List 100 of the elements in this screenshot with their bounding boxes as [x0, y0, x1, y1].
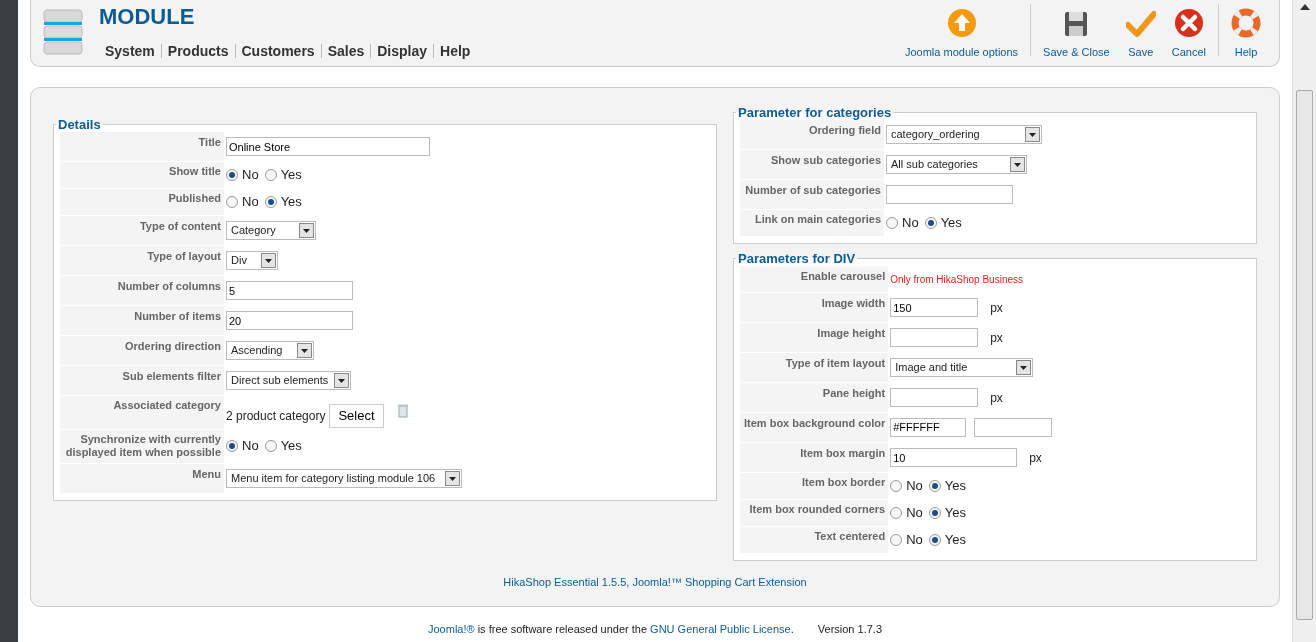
dropdown-field[interactable]: Ascending — [226, 341, 314, 360]
caret-icon — [1016, 360, 1032, 375]
credit-text: HikaShop Essential 1.5.5, Joomla!™ Shopping Cart Extension — [502, 574, 808, 590]
dropdown-field[interactable]: Menu item for category listing module 106 — [226, 468, 462, 488]
text-field[interactable]: 150 — [890, 298, 979, 317]
section-legend: Details — [56, 118, 103, 131]
text-field[interactable]: Online Store — [226, 137, 430, 156]
footer-link[interactable]: GNU General Public License — [650, 623, 791, 635]
radio-label[interactable]: Yes — [944, 478, 967, 494]
caret-icon — [1025, 127, 1040, 142]
field-label: Title — [60, 132, 224, 161]
section-legend: Parameter for categories — [736, 106, 894, 119]
toolbar-button[interactable]: Save & Close — [1035, 9, 1118, 60]
caret-icon — [261, 253, 276, 268]
field-label: Number of items — [60, 306, 224, 335]
text-field[interactable] — [890, 388, 979, 407]
menu-link[interactable]: Sales — [320, 44, 371, 58]
radio-label[interactable]: Yes — [940, 215, 962, 231]
radio-label[interactable]: No — [242, 167, 259, 183]
footer-link[interactable]: Joomla!® — [428, 623, 475, 635]
menu-link[interactable]: System — [99, 44, 161, 58]
caret-icon — [297, 343, 312, 358]
menu-link[interactable]: Help — [433, 44, 477, 58]
toolbar-button[interactable]: Save — [1117, 9, 1164, 60]
field-label: Image width — [740, 293, 889, 322]
field-label: Type of content — [60, 216, 224, 245]
radio-label[interactable]: Yes — [280, 194, 302, 210]
field-label: Item box margin — [740, 443, 889, 472]
text-field[interactable]: 20 — [226, 311, 353, 330]
scroll-up-icon[interactable] — [1300, 4, 1310, 10]
dropdown-field[interactable]: category_ordering — [886, 125, 1042, 144]
text-field[interactable]: #FFFFFF — [890, 417, 967, 437]
toolbar-button[interactable]: Cancel — [1163, 7, 1214, 60]
radio-label[interactable]: No — [906, 478, 923, 494]
field-label: Text centered — [740, 527, 889, 553]
radio-button[interactable] — [890, 534, 903, 547]
trash-icon[interactable] — [397, 404, 408, 418]
radio-button[interactable] — [928, 534, 941, 547]
field-label: Published — [60, 189, 224, 215]
field-label: Associated category — [60, 396, 224, 429]
text-field[interactable] — [886, 185, 1013, 204]
radio-button[interactable] — [226, 169, 238, 182]
section-legend: Parameters for DIV — [736, 252, 858, 265]
dropdown-field[interactable]: Category — [226, 221, 316, 240]
field-label: Item box background color — [740, 413, 889, 442]
text-field[interactable] — [890, 328, 979, 347]
radio-label[interactable]: Yes — [280, 438, 302, 454]
note-text: Only from HikaShop Business — [890, 274, 1024, 285]
field-label: Ordering direction — [60, 336, 224, 365]
dropdown-field[interactable]: All sub categories — [886, 155, 1027, 174]
category-value: 2 product category — [226, 409, 326, 423]
field-label: Ordering field — [740, 120, 884, 149]
field-label: Pane height — [740, 383, 889, 412]
radio-label[interactable]: Yes — [944, 505, 967, 521]
menu-link[interactable]: Products — [160, 44, 235, 58]
text-field[interactable]: 10 — [890, 448, 1018, 467]
radio-button[interactable] — [924, 217, 937, 230]
caret-icon — [299, 223, 314, 238]
radio-label[interactable]: No — [242, 194, 259, 210]
dropdown-field[interactable]: Image and title — [890, 358, 1034, 377]
radio-button[interactable] — [890, 507, 903, 520]
checkmark-icon — [1125, 9, 1156, 38]
field-label: Image height — [740, 323, 889, 352]
menu-link[interactable]: Display — [370, 44, 434, 58]
menu-link[interactable]: Customers — [234, 44, 321, 58]
radio-label[interactable]: No — [902, 215, 919, 231]
radio-button[interactable] — [264, 169, 277, 182]
caret-icon — [445, 470, 460, 486]
radio-button[interactable] — [928, 507, 941, 520]
radio-button[interactable] — [928, 480, 941, 493]
field-label: Synchronize with currently displayed item when possible — [60, 429, 224, 463]
unit-text: px — [1028, 450, 1042, 465]
text-field[interactable]: 5 — [226, 281, 353, 300]
radio-label[interactable]: Yes — [944, 532, 967, 548]
scrollbar[interactable] — [1292, 0, 1316, 642]
radio-label[interactable]: No — [242, 438, 259, 454]
toolbar-button[interactable]: Joomla module options — [896, 7, 1027, 60]
radio-button[interactable] — [886, 217, 898, 230]
radio-label[interactable]: No — [906, 505, 923, 521]
radio-button[interactable] — [890, 480, 903, 493]
toolbar-button[interactable]: Help — [1223, 7, 1269, 60]
dropdown-field[interactable]: Div — [226, 251, 278, 270]
radio-label[interactable]: Yes — [280, 167, 302, 183]
license-text: Joomla!® is free software released under the GNU General Public License. — [428, 623, 794, 635]
radio-button[interactable] — [264, 440, 277, 453]
radio-button[interactable] — [264, 196, 277, 209]
version-text: Version 1.7.3 — [817, 623, 882, 635]
caret-icon — [334, 373, 350, 388]
dropdown-field[interactable]: Direct sub elements — [226, 371, 352, 390]
field-label: Enable carousel — [740, 266, 889, 292]
radio-button[interactable] — [226, 440, 238, 453]
scroll-thumb[interactable] — [1296, 90, 1313, 620]
select-button[interactable]: Select — [329, 404, 384, 428]
lifebuoy-icon — [1231, 7, 1261, 38]
radio-label[interactable]: No — [906, 532, 923, 548]
radio-button[interactable] — [226, 196, 238, 209]
unit-text: px — [989, 300, 1003, 315]
page-title: MODULE — [99, 6, 196, 28]
field-label: Number of sub categories — [740, 180, 884, 209]
field-label: Item box border — [740, 473, 889, 499]
